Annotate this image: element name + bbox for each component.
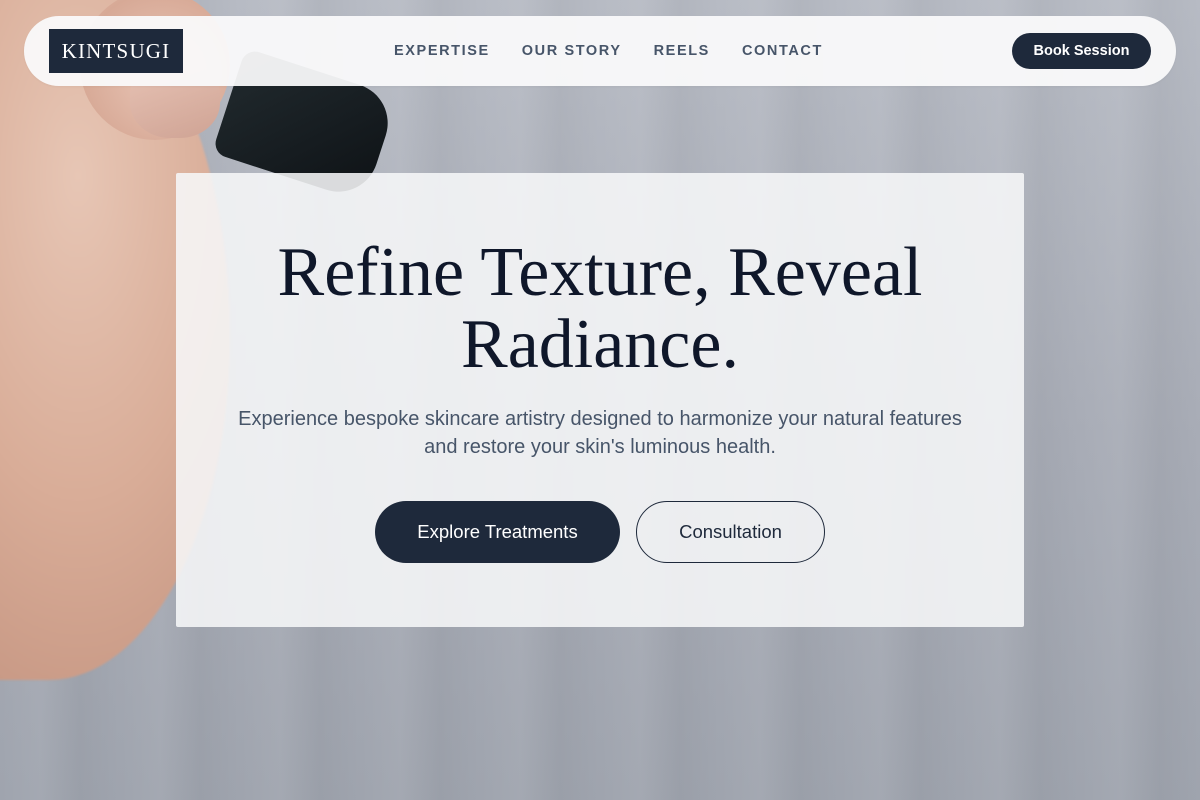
brand-logo[interactable]: KINTSUGI (49, 29, 183, 73)
hero-actions: Explore Treatments Consultation (176, 501, 1024, 563)
hero-card: Refine Texture, Reveal Radiance. Experie… (176, 173, 1024, 627)
nav-link-reels[interactable]: REELS (654, 43, 710, 59)
top-navigation-bar: KINTSUGI EXPERTISE OUR STORY REELS CONTA… (24, 16, 1176, 86)
hero-title: Refine Texture, Reveal Radiance. (277, 234, 923, 383)
nav-link-our-story[interactable]: OUR STORY (522, 43, 622, 59)
hero-subtitle: Experience bespoke skincare artistry des… (238, 408, 962, 458)
consultation-button[interactable]: Consultation (636, 501, 825, 563)
explore-treatments-button[interactable]: Explore Treatments (375, 501, 620, 563)
book-session-button[interactable]: Book Session (1012, 33, 1151, 69)
nav-link-expertise[interactable]: EXPERTISE (394, 43, 490, 59)
main-nav: EXPERTISE OUR STORY REELS CONTACT (394, 16, 823, 86)
nav-link-contact[interactable]: CONTACT (742, 43, 823, 59)
